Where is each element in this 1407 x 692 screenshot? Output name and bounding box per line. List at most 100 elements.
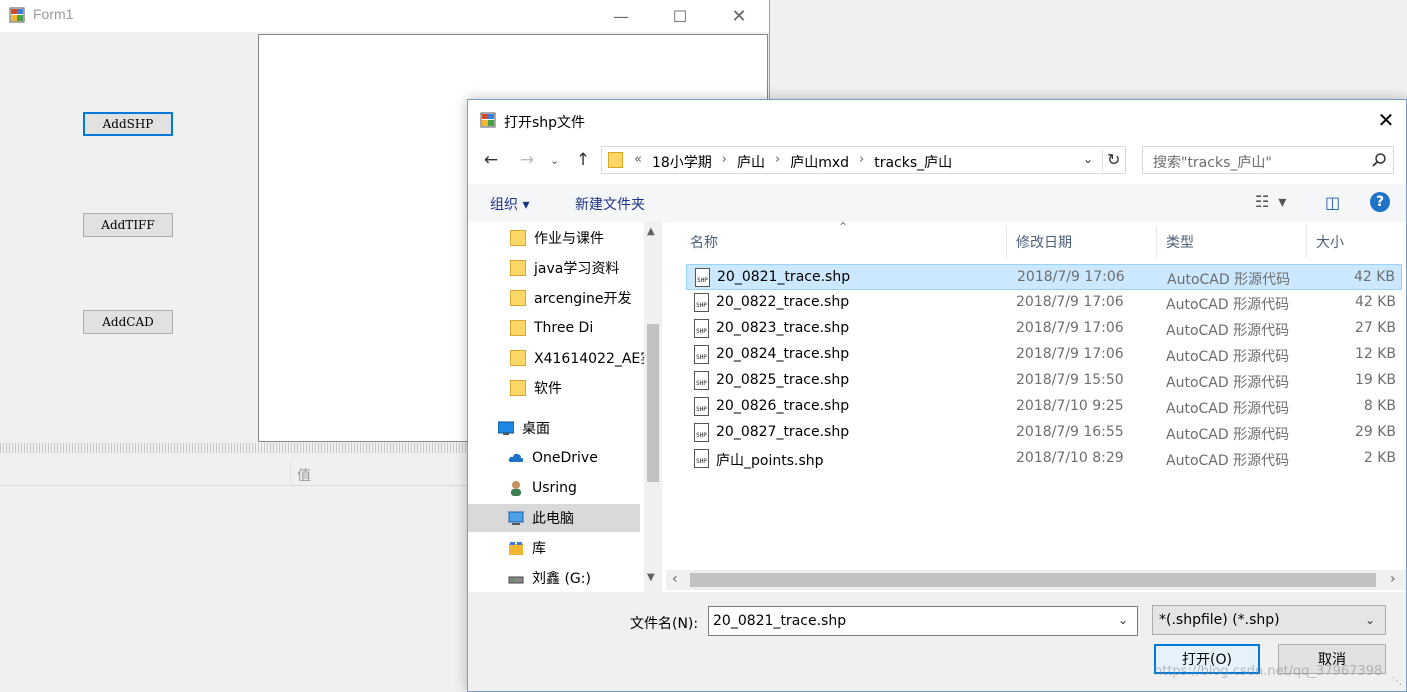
file-row[interactable]: SHP 20_0823_trace.shp 2018/7/9 17:06 Aut… <box>686 316 1402 342</box>
back-arrow-icon[interactable]: ← <box>480 150 502 170</box>
file-date: 2018/7/9 15:50 <box>1016 372 1124 388</box>
file-row[interactable]: SHP 20_0824_trace.shp 2018/7/9 17:06 Aut… <box>686 342 1402 368</box>
scrollbar-thumb[interactable] <box>647 324 659 482</box>
nav-item-three-di[interactable]: Three Di <box>468 314 665 342</box>
scrollbar-thumb[interactable] <box>690 573 1376 587</box>
navigation-pane[interactable]: 作业与课件 📌 java学习资料 📌 arcengine开发 Three Di … <box>468 222 665 592</box>
chevron-down-icon[interactable]: ⌄ <box>1365 613 1375 627</box>
recent-locations-chevron-icon[interactable]: ⌄ <box>550 154 559 167</box>
add-tiff-button[interactable]: AddTIFF <box>83 213 173 237</box>
address-bar[interactable]: « 18小学期 › 庐山 › 庐山mxd › tracks_庐山 ⌄ ↻ <box>601 146 1126 174</box>
sort-ascending-icon: ⌃ <box>838 220 849 234</box>
nav-item-java[interactable]: java学习资料 📌 <box>468 254 665 282</box>
filename-input[interactable]: 20_0821_trace.shp <box>708 606 1138 636</box>
column-header-size[interactable]: 大小 <box>1316 232 1344 252</box>
up-arrow-icon[interactable]: ↑ <box>572 150 594 170</box>
chevron-down-icon[interactable]: ⌄ <box>1118 613 1128 627</box>
open-file-dialog: 打开shp文件 ✕ ← → ⌄ ↑ « 18小学期 › 庐山 › 庐山mxd ›… <box>467 99 1407 692</box>
column-header-type[interactable]: 类型 <box>1166 232 1194 252</box>
column-separator <box>290 460 291 484</box>
column-separator[interactable] <box>1306 226 1307 258</box>
pin-icon: 📌 <box>664 232 665 245</box>
maximize-icon[interactable]: ☐ <box>657 0 703 32</box>
chevron-down-icon[interactable]: ⌄ <box>1083 152 1093 166</box>
folder-icon <box>510 380 526 396</box>
scroll-right-icon[interactable]: › <box>1390 571 1396 587</box>
new-folder-button[interactable]: 新建文件夹 <box>575 194 645 214</box>
nav-scrollbar[interactable]: ▲ ▼ <box>644 222 662 592</box>
nav-item-software[interactable]: 软件 <box>468 374 665 402</box>
close-icon[interactable]: ✕ <box>716 0 762 32</box>
help-icon[interactable]: ? <box>1370 192 1390 212</box>
nav-item-arcengine[interactable]: arcengine开发 <box>468 284 665 312</box>
file-row[interactable]: SHP 20_0826_trace.shp 2018/7/10 9:25 Aut… <box>686 394 1402 420</box>
filetype-value: *(.shpfile) (*.shp) <box>1159 612 1280 628</box>
scroll-up-icon[interactable]: ▲ <box>647 226 655 237</box>
file-name: 庐山_points.shp <box>716 453 824 469</box>
chevron-right-icon[interactable]: › <box>771 152 784 172</box>
folder-icon <box>510 290 526 306</box>
file-type: AutoCAD 形源代码 <box>1166 297 1290 313</box>
folder-icon <box>510 260 526 276</box>
splitter-bar[interactable] <box>0 443 469 453</box>
file-row[interactable]: SHP 20_0822_trace.shp 2018/7/9 17:06 Aut… <box>686 290 1402 316</box>
breadcrumb: « 18小学期 › 庐山 › 庐山mxd › tracks_庐山 <box>630 152 958 172</box>
nav-item-onedrive[interactable]: OneDrive <box>468 444 665 472</box>
breadcrumb-item[interactable]: 庐山mxd <box>784 152 855 172</box>
forward-arrow-icon[interactable]: → <box>516 150 538 170</box>
nav-item-this-pc[interactable]: 此电脑 <box>468 504 640 532</box>
properties-area <box>0 453 469 692</box>
minimize-icon[interactable]: — <box>598 0 644 32</box>
horizontal-scrollbar[interactable]: ‹ › <box>666 570 1406 590</box>
nav-item-homework[interactable]: 作业与课件 📌 <box>468 224 665 252</box>
view-options-icon[interactable]: ☷ ▾ <box>1255 192 1288 211</box>
add-shp-button[interactable]: AddSHP <box>83 112 173 136</box>
search-input[interactable]: 搜索"tracks_庐山" <box>1142 146 1394 174</box>
nav-item-user[interactable]: Usring <box>468 474 665 502</box>
shp-file-icon: SHP <box>694 449 709 468</box>
scroll-down-icon[interactable]: ▼ <box>647 572 655 583</box>
file-row[interactable]: SHP 20_0825_trace.shp 2018/7/9 15:50 Aut… <box>686 368 1402 394</box>
nav-item-drive-g[interactable]: 刘鑫 (G:) <box>468 564 665 592</box>
nav-item-ae-project[interactable]: X41614022_AE实 <box>468 344 665 372</box>
file-date: 2018/7/9 17:06 <box>1016 294 1124 310</box>
file-type: AutoCAD 形源代码 <box>1166 349 1290 365</box>
dialog-title: 打开shp文件 <box>504 115 586 131</box>
chevron-right-icon[interactable]: › <box>718 152 731 172</box>
nav-item-desktop[interactable]: 桌面 <box>468 414 665 442</box>
library-icon <box>509 542 523 555</box>
breadcrumb-item[interactable]: tracks_庐山 <box>868 152 958 172</box>
column-header-date[interactable]: 修改日期 <box>1016 232 1072 252</box>
chevron-right-icon[interactable]: › <box>855 152 868 172</box>
add-cad-button[interactable]: AddCAD <box>83 310 173 334</box>
filetype-select[interactable]: *(.shpfile) (*.shp) ⌄ <box>1152 605 1386 635</box>
column-separator[interactable] <box>1156 226 1157 258</box>
nav-item-label: arcengine开发 <box>534 291 632 307</box>
preview-pane-icon[interactable]: ◫ <box>1325 193 1340 212</box>
file-size: 29 KB <box>1354 424 1396 440</box>
column-header-name[interactable]: 名称 <box>690 232 718 252</box>
column-header-row: ⌃ 名称 修改日期 类型 大小 <box>666 220 1406 260</box>
file-name: 20_0825_trace.shp <box>716 372 850 388</box>
file-list[interactable]: ⌃ 名称 修改日期 类型 大小 SHP 20_0821_trace.shp 20… <box>666 220 1406 592</box>
breadcrumb-overflow[interactable]: « <box>630 152 646 172</box>
file-row[interactable]: SHP 20_0821_trace.shp 2018/7/9 17:06 Aut… <box>686 264 1402 290</box>
breadcrumb-item[interactable]: 庐山 <box>731 152 771 172</box>
file-row[interactable]: SHP 庐山_points.shp 2018/7/10 8:29 AutoCAD… <box>686 446 1402 472</box>
scroll-left-icon[interactable]: ‹ <box>672 571 678 587</box>
breadcrumb-item[interactable]: 18小学期 <box>646 152 718 172</box>
column-separator[interactable] <box>1006 226 1007 258</box>
resize-grip-icon[interactable]: ⋱ <box>1392 676 1402 687</box>
nav-item-library[interactable]: 库 <box>468 534 665 562</box>
nav-item-label: Usring <box>532 480 577 496</box>
form1-titlebar[interactable]: Form1 — ☐ ✕ <box>0 0 769 32</box>
organize-menu[interactable]: 组织 ▾ <box>490 194 529 214</box>
search-icon[interactable] <box>1371 152 1387 168</box>
file-row[interactable]: SHP 20_0827_trace.shp 2018/7/9 16:55 Aut… <box>686 420 1402 446</box>
refresh-icon[interactable]: ↻ <box>1102 150 1120 172</box>
shp-file-icon: SHP <box>694 423 709 442</box>
app-icon <box>480 112 496 128</box>
close-icon[interactable]: ✕ <box>1374 108 1398 132</box>
shp-file-icon: SHP <box>694 345 709 364</box>
pin-icon: 📌 <box>664 262 665 275</box>
